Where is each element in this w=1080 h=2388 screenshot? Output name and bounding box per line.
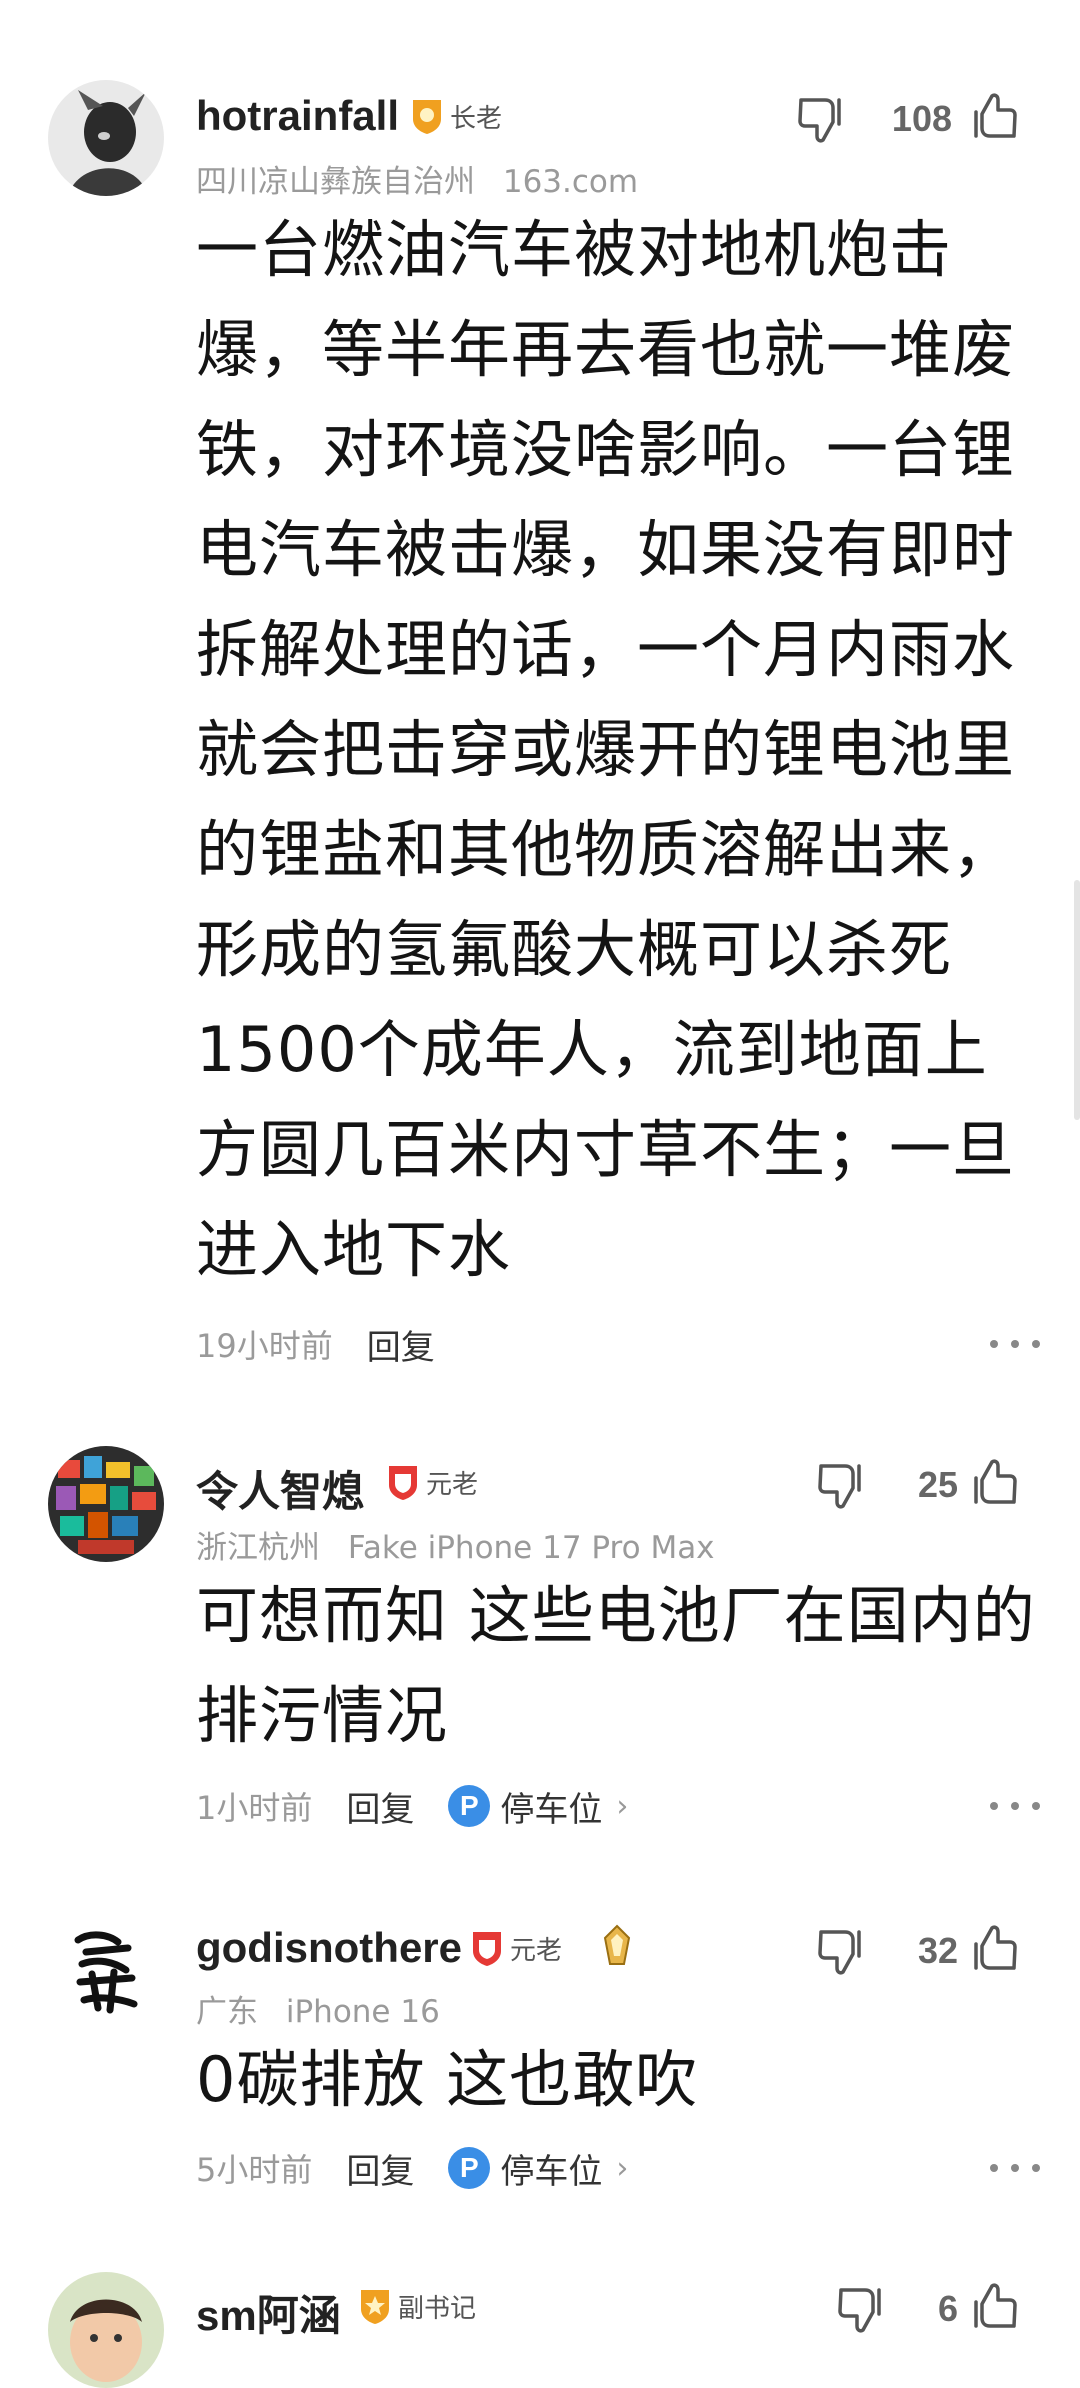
location-text: 四川凉山彝族自治州: [196, 164, 475, 200]
like-count: 32: [917, 1930, 958, 1971]
calligraphy-avatar-icon: [48, 1912, 164, 2028]
more-options-icon[interactable]: [990, 1796, 1040, 1816]
red-shield-icon: [473, 1932, 501, 1966]
parking-tag[interactable]: P 停车位 ›: [448, 1782, 628, 1831]
gold-medal-icon: [603, 1924, 631, 1965]
reply-button[interactable]: 回复: [346, 2144, 414, 2193]
parking-icon: P: [448, 1785, 491, 1827]
more-options-icon[interactable]: [990, 2158, 1040, 2178]
thumbs-up-icon[interactable]: [968, 1456, 1020, 1508]
username[interactable]: godisnothere: [196, 1924, 462, 1972]
thumbs-down-icon[interactable]: [795, 94, 847, 146]
reply-button[interactable]: 回复: [346, 1782, 414, 1831]
comment-meta: 浙江杭州 Fake iPhone 17 Pro Max: [196, 1522, 733, 1567]
device-text: iPhone 16: [285, 1994, 440, 2030]
thumbs-up-icon[interactable]: [968, 90, 1020, 142]
comment-meta: 广东 iPhone 16: [196, 1986, 458, 2031]
comment-text: 0碳排放 这也敢吹: [196, 2043, 699, 2116]
like-count: 25: [917, 1464, 958, 1505]
comment-footer: 1小时前 回复 P 停车位 ›: [196, 1776, 628, 1836]
gold-shield-icon: [361, 2290, 389, 2324]
badge-label: 副书记: [398, 2293, 477, 2324]
timestamp: 5小时前: [196, 2151, 313, 2189]
colorful-mosaic-icon: [48, 1446, 164, 1562]
tag-label: 停车位: [500, 1789, 603, 1830]
device-text: Fake iPhone 17 Pro Max: [347, 1530, 715, 1566]
username[interactable]: sm阿涵: [196, 2282, 341, 2343]
portrait-photo-icon: [48, 80, 164, 196]
badge-label: 元老: [510, 1935, 563, 1966]
avatar[interactable]: [48, 1446, 164, 1562]
parking-tag[interactable]: P 停车位 ›: [448, 2144, 628, 2193]
scrollbar[interactable]: [1074, 880, 1080, 1120]
child-photo-icon: [48, 2272, 164, 2388]
user-badge: 副书记: [358, 2286, 476, 2326]
reply-button[interactable]: 回复: [367, 1320, 435, 1369]
chevron-right-icon: ›: [616, 1788, 629, 1824]
user-badge: 元老: [386, 1462, 478, 1502]
device-text: 163.com: [502, 164, 639, 200]
timestamp: 1小时前: [196, 1789, 313, 1827]
comment-footer: 5小时前 回复 P 停车位 ›: [196, 2138, 628, 2198]
thumbs-up-icon[interactable]: [968, 1922, 1020, 1974]
user-badge: 长老: [410, 96, 502, 136]
avatar[interactable]: [48, 1912, 164, 2028]
like-count: 108: [891, 98, 952, 139]
avatar[interactable]: [48, 80, 164, 196]
location-text: 广东: [196, 1994, 258, 2030]
gold-shield-icon: [413, 100, 441, 134]
user-badge: 元老: [470, 1928, 562, 1968]
comment-text: 一台燃油汽车被对地机炮击爆，等半年再去看也就一堆废铁，对环境没啥影响。一台锂电汽…: [196, 213, 1016, 1286]
thumbs-down-icon[interactable]: [815, 1926, 867, 1978]
comment-footer: 19小时前 回复: [196, 1314, 469, 1374]
comment-meta: 四川凉山彝族自治州 163.com: [196, 156, 656, 201]
username[interactable]: hotrainfall: [196, 92, 399, 140]
like-count: 6: [937, 2288, 958, 2329]
location-text: 浙江杭州: [196, 1530, 320, 1566]
thumbs-up-icon[interactable]: [968, 2280, 1020, 2332]
chevron-right-icon: ›: [616, 2150, 629, 2186]
thumbs-down-icon[interactable]: [815, 1460, 867, 1512]
username[interactable]: 令人智熄: [196, 1458, 364, 1519]
badge-label: 长老: [450, 103, 503, 134]
more-options-icon[interactable]: [990, 1334, 1040, 1354]
tag-label: 停车位: [500, 2151, 603, 2192]
avatar[interactable]: [48, 2272, 164, 2388]
comment-text: 可想而知 这些电池厂在国内的排污情况: [196, 1579, 1036, 1752]
parking-icon: P: [448, 2147, 491, 2189]
timestamp: 19小时前: [196, 1327, 333, 1365]
red-shield-icon: [389, 1466, 417, 1500]
badge-label: 元老: [426, 1469, 479, 1500]
